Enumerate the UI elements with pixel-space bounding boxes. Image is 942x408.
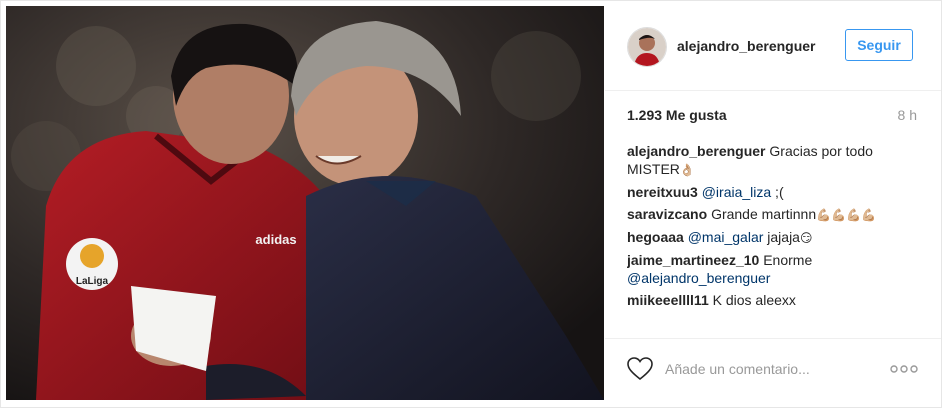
photo-illustration: LaLiga adidas	[6, 6, 604, 400]
likes-count[interactable]: 1.293 Me gusta	[627, 107, 727, 123]
heart-outline-icon[interactable]	[627, 357, 653, 381]
comment-user[interactable]: alejandro_berenguer	[627, 143, 766, 159]
comment-user[interactable]: saravizcano	[627, 206, 707, 222]
comment-emoji: 👌🏼	[679, 163, 695, 177]
comment-mention[interactable]: @mai_galar	[688, 229, 764, 245]
comment-emoji: 💪🏼💪🏼💪🏼💪🏼	[816, 208, 876, 222]
avatar[interactable]	[627, 27, 667, 67]
comment-emoji: 😏	[799, 231, 813, 245]
comment-text: Enorme	[763, 252, 813, 268]
comment: jaime_martineez_10 Enorme @alejandro_ber…	[627, 251, 917, 287]
comments-fade	[627, 319, 917, 329]
add-comment-input[interactable]: Añade un comentario...	[665, 361, 810, 377]
ellipsis-icon[interactable]	[889, 361, 919, 377]
instagram-post: LaLiga adidas alejandro_berenguer Seguir…	[0, 0, 942, 408]
comment-text: jajaja	[763, 229, 800, 245]
sleeve-badge-text: LaLiga	[76, 276, 109, 287]
post-sidebar: alejandro_berenguer Seguir 1.293 Me gust…	[605, 1, 941, 407]
comment: alejandro_berenguer Gracias por todo MIS…	[627, 142, 917, 179]
comment-user[interactable]: jaime_martineez_10	[627, 252, 759, 268]
comments-list: alejandro_berenguer Gracias por todo MIS…	[627, 142, 917, 329]
username[interactable]: alejandro_berenguer	[677, 38, 816, 54]
comment: miikeeellll11 K dios aleexx	[627, 291, 917, 309]
comment: nereitxuu3 @iraia_liza ;(	[627, 183, 917, 201]
post-footer: Añade un comentario...	[605, 338, 941, 408]
post-photo[interactable]: LaLiga adidas	[6, 6, 604, 400]
comment-user[interactable]: nereitxuu3	[627, 184, 698, 200]
comment: saravizcano Grande martinnn💪🏼💪🏼💪🏼💪🏼	[627, 205, 917, 224]
jersey-brand-text: adidas	[255, 232, 296, 247]
comment-mention[interactable]: @iraia_liza	[702, 184, 771, 200]
comment-user[interactable]: miikeeellll11	[627, 292, 709, 308]
comment-text: Grande martinnn	[711, 206, 817, 222]
post-header: alejandro_berenguer Seguir	[605, 1, 941, 91]
comment-mention[interactable]: @alejandro_berenguer	[627, 270, 770, 286]
comment-user[interactable]: hegoaaa	[627, 229, 684, 245]
comment-text: K dios aleexx	[712, 292, 796, 308]
comment: hegoaaa @mai_galar jajaja😏	[627, 228, 917, 247]
follow-button[interactable]: Seguir	[845, 29, 913, 61]
comment-text: ;(	[771, 184, 784, 200]
post-time: 8 h	[897, 107, 917, 123]
